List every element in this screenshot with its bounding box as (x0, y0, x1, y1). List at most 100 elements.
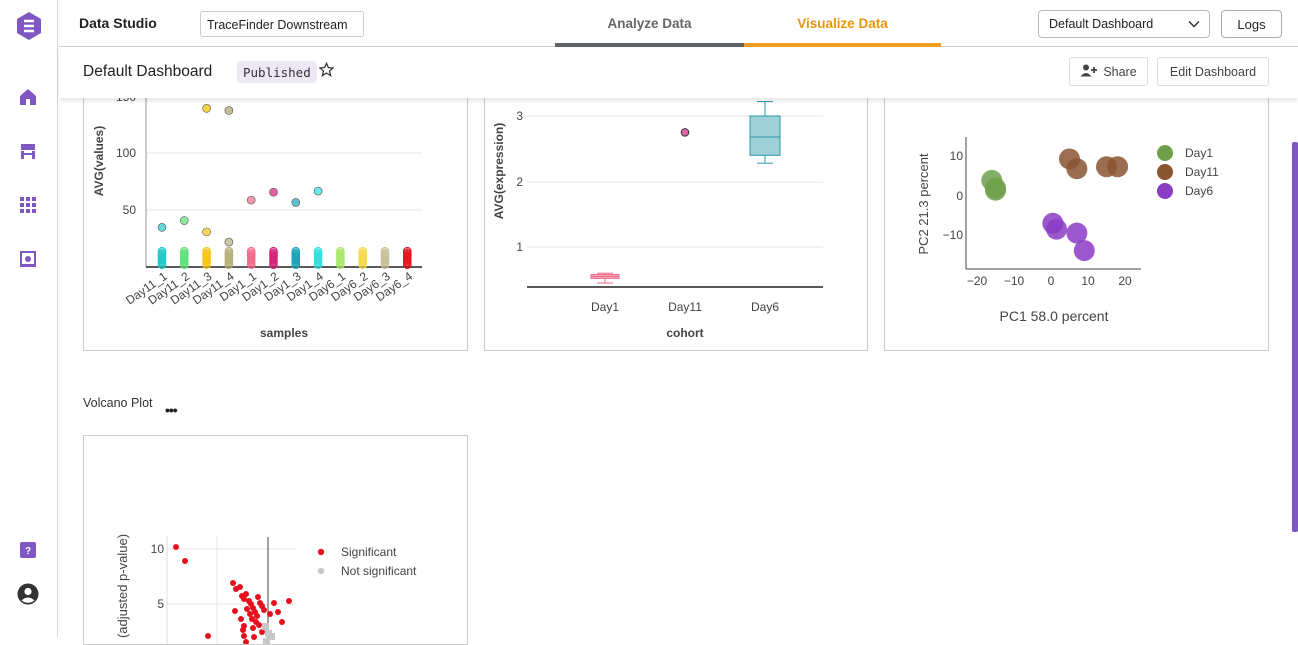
x-axis-title: cohort (666, 326, 703, 340)
x-tick-label: Day11 (668, 300, 702, 314)
chevron-down-icon (1187, 17, 1201, 34)
project-selector[interactable]: TraceFinder Downstream (200, 11, 364, 37)
y-tick-label: 10 (151, 542, 165, 556)
data-point (380, 246, 390, 256)
x-tick-label: −20 (967, 274, 988, 288)
home-icon[interactable] (17, 86, 39, 108)
apps-grid-icon[interactable] (17, 194, 39, 216)
data-point (313, 246, 323, 256)
box (749, 115, 781, 156)
pca-point-day11 (1066, 158, 1088, 180)
volcano-plot: 10 5 (adjusted p-value) Significant Not … (115, 534, 417, 644)
y-tick-label: 50 (123, 203, 137, 217)
x-axis-title: PC1 58.0 percent (1000, 308, 1109, 324)
legend-swatch-day6 (1157, 183, 1173, 199)
data-point (202, 246, 211, 256)
significant-point (237, 584, 243, 590)
legend-label-day11[interactable]: Day11 (1185, 165, 1219, 179)
y-tick-label: −10 (943, 228, 964, 242)
tab-analyze-data[interactable]: Analyze Data (555, 0, 744, 47)
significant-point (241, 633, 247, 639)
significant-point (238, 616, 244, 622)
significant-point (230, 580, 236, 586)
data-point (358, 246, 368, 256)
outlier-point (157, 223, 167, 232)
pca-chart-card: −20 −10 0 10 20 10 0 −10 PC2 21.3 percen… (884, 70, 1269, 351)
x-tick-label: Day1 (591, 300, 619, 314)
tab-visualize-data[interactable]: Visualize Data (744, 0, 941, 47)
legend-label-day6[interactable]: Day6 (1185, 184, 1213, 198)
significant-point (205, 633, 211, 639)
significant-point (244, 606, 250, 612)
page-scrollbar[interactable] (1292, 142, 1298, 532)
edit-dashboard-button[interactable]: Edit Dashboard (1157, 57, 1269, 86)
cohort-box-plot: 3 2 1 AVG(expression) Day1 Day11 Day6 co… (492, 101, 823, 340)
brand-logo-icon[interactable] (16, 12, 42, 40)
significant-point (251, 634, 257, 640)
data-point (224, 246, 234, 256)
workbench-icon[interactable] (17, 140, 39, 162)
samples-scatter-chart: 100 50 150 AVG(values) samples Day11_1Da… (92, 90, 422, 340)
significant-point (232, 608, 238, 614)
legend-swatch-day11 (1157, 164, 1173, 180)
pca-point-day6 (1073, 240, 1095, 262)
data-point (269, 246, 278, 256)
outlier-point (269, 187, 278, 197)
y-axis-title: (adjusted p-value) (115, 534, 130, 638)
x-tick-label: 0 (1048, 274, 1055, 288)
not-significant-point (262, 623, 269, 630)
significant-point (286, 598, 292, 604)
data-point (336, 246, 345, 256)
svg-text:?: ? (25, 546, 31, 557)
significant-point (261, 607, 267, 613)
outlier-point (202, 227, 211, 237)
share-label: Share (1103, 64, 1137, 79)
legend-label-significant[interactable]: Significant (341, 545, 397, 559)
y-tick-label: 1 (516, 240, 523, 254)
x-tick-label: 10 (1081, 274, 1095, 288)
y-tick-label: 2 (516, 175, 523, 189)
y-tick-label: 10 (950, 149, 964, 163)
legend-label-day1[interactable]: Day1 (1185, 146, 1213, 160)
y-tick-label: 3 (516, 109, 523, 123)
volcano-panel-title: Volcano Plot (83, 396, 153, 410)
outlier-point (246, 195, 256, 205)
significant-point (256, 622, 262, 628)
significant-point (250, 625, 256, 631)
data-point (180, 246, 189, 256)
panel-menu-icon[interactable]: ••• (165, 402, 178, 418)
outlier-point (180, 216, 189, 225)
significant-point (254, 613, 260, 619)
y-axis-title: PC2 21.3 percent (916, 153, 931, 255)
samples-chart-card: 100 50 150 AVG(values) samples Day11_1Da… (83, 70, 468, 351)
dashboard-title: Default Dashboard (83, 63, 213, 80)
pca-point-day6 (1046, 218, 1068, 240)
outlier-point (224, 237, 234, 247)
x-tick-label: 20 (1118, 274, 1132, 288)
help-icon[interactable]: ? (17, 539, 39, 561)
significant-point (271, 600, 277, 606)
status-badge: Published (237, 61, 317, 83)
significant-point (243, 591, 249, 597)
logs-button[interactable]: Logs (1221, 10, 1282, 38)
top-bar: Data Studio TraceFinder Downstream Analy… (59, 0, 1298, 47)
outlier-point (680, 128, 690, 137)
dashboard-icon[interactable] (17, 248, 39, 270)
significant-point (182, 558, 188, 564)
share-button[interactable]: Share (1069, 57, 1148, 86)
legend-label-not-significant[interactable]: Not significant (341, 564, 417, 578)
significant-point (241, 623, 247, 629)
pca-point-day1 (985, 179, 1006, 201)
y-axis-title: AVG(values) (92, 126, 106, 196)
volcano-chart-card: 10 5 (adjusted p-value) Significant Not … (83, 435, 468, 645)
user-account-icon[interactable] (17, 583, 39, 605)
outlier-point (313, 186, 323, 196)
data-point (246, 246, 256, 256)
legend-swatch-significant (317, 548, 325, 556)
significant-point (275, 609, 281, 615)
not-significant-point (263, 638, 270, 644)
legend-swatch-not-significant (317, 567, 325, 575)
star-icon[interactable] (318, 61, 335, 82)
dashboard-select[interactable]: Default Dashboard (1038, 10, 1210, 38)
legend-swatch-day1 (1157, 145, 1173, 161)
